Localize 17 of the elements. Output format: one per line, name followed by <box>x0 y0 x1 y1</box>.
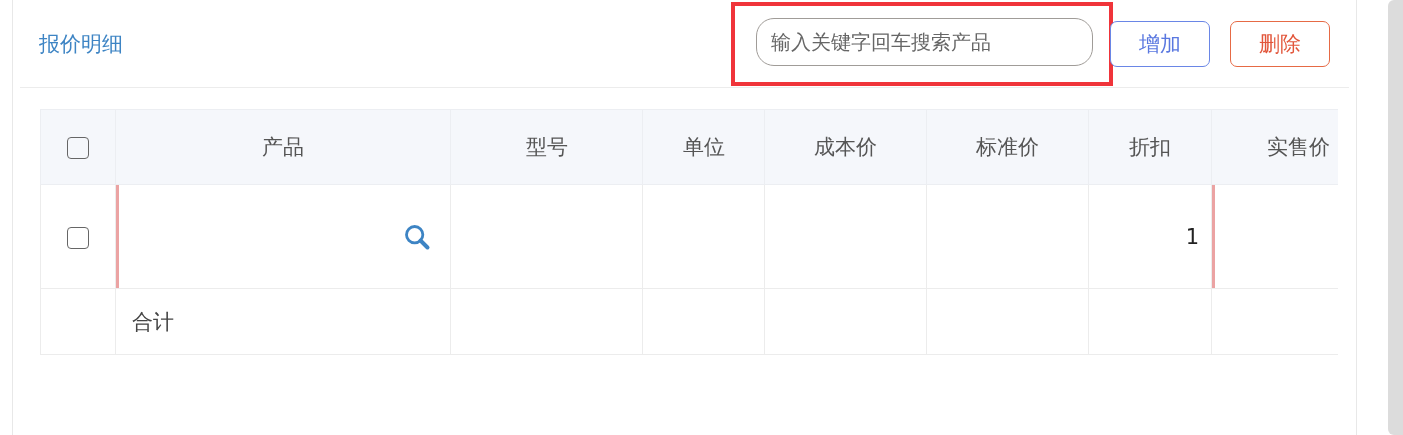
select-all-checkbox[interactable] <box>67 137 89 159</box>
scrollbar[interactable] <box>1388 0 1403 435</box>
column-header: 实售价 <box>1267 135 1330 159</box>
column-header: 折扣 <box>1129 135 1171 159</box>
column-header: 产品 <box>262 135 304 159</box>
table-cell: 1 <box>1185 224 1199 249</box>
section-title: 报价明细 <box>39 30 123 58</box>
total-label: 合计 <box>132 309 174 334</box>
column-header: 标准价 <box>976 135 1039 159</box>
search-field[interactable]: 输入关键字回车搜索产品 <box>756 17 1094 66</box>
row-checkbox[interactable] <box>67 226 89 249</box>
column-header: 成本价 <box>814 135 877 159</box>
column-header: 单位 <box>682 135 725 159</box>
delete-button[interactable]: 删除 <box>1230 20 1331 67</box>
search-icon[interactable] <box>403 222 431 251</box>
add-button[interactable]: 增加 <box>1110 20 1211 67</box>
column-header: 型号 <box>525 135 568 159</box>
